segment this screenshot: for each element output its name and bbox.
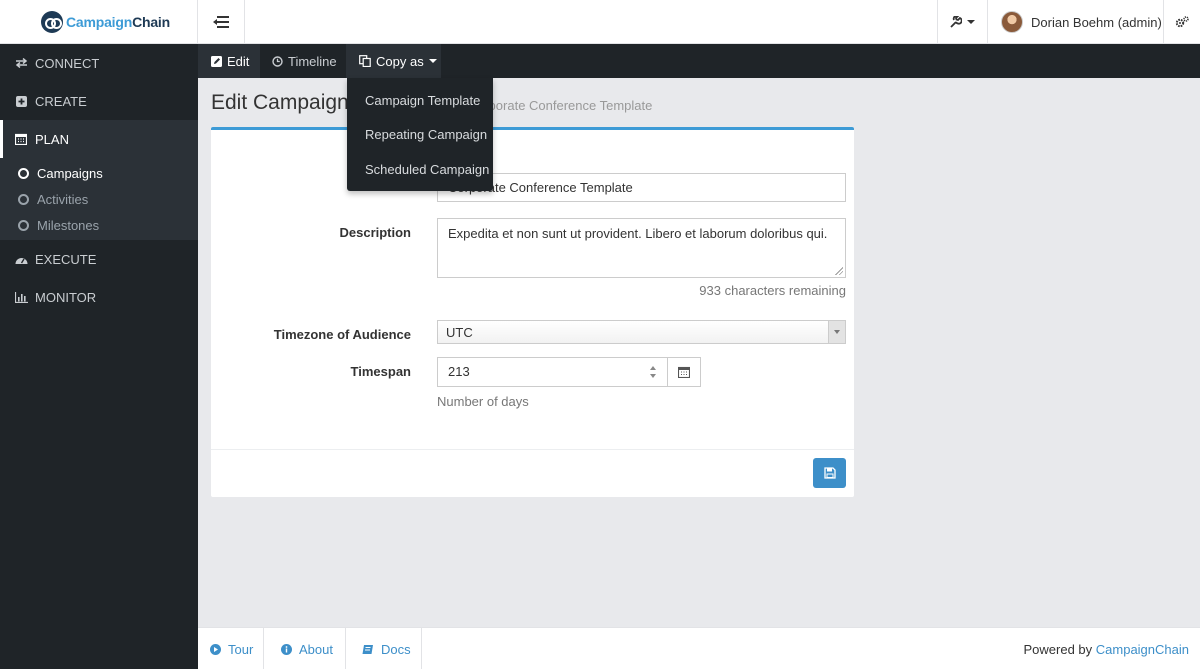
form-footer bbox=[211, 449, 854, 497]
circle-icon bbox=[18, 219, 29, 231]
gears-icon bbox=[1175, 16, 1189, 28]
info-circle-icon bbox=[281, 643, 292, 655]
page-subtitle: orporate Conference Template bbox=[477, 98, 653, 113]
number-spinner-icon[interactable] bbox=[649, 366, 657, 378]
plan-submenu: Campaigns Activities Milestones bbox=[0, 158, 198, 240]
tab-timeline[interactable]: Timeline bbox=[260, 44, 346, 78]
sidebar-item-plan[interactable]: PLAN bbox=[0, 120, 198, 158]
page-title: Edit Campaign T bbox=[211, 91, 368, 114]
campaign-edit-form: Corporate Conference Template Descriptio… bbox=[211, 127, 854, 497]
plus-square-icon bbox=[14, 94, 28, 108]
play-circle-icon bbox=[210, 643, 221, 655]
timespan-label: Timespan bbox=[350, 364, 411, 379]
menu-item-campaign-template[interactable]: Campaign Template bbox=[347, 83, 493, 118]
sidebar-item-label: CREATE bbox=[35, 93, 87, 109]
sidebar-item-execute[interactable]: EXECUTE bbox=[0, 240, 198, 278]
user-menu[interactable]: Dorian Boehm (admin) bbox=[987, 0, 1163, 44]
timezone-select[interactable]: UTC bbox=[437, 320, 846, 344]
chevron-down-icon bbox=[428, 59, 437, 63]
campaign-toolbar: Edit Timeline Copy as bbox=[198, 44, 1200, 78]
save-icon bbox=[823, 467, 836, 479]
clock-icon bbox=[272, 55, 283, 67]
sidebar: CONNECT CREATE PLAN Campaigns Activities… bbox=[0, 44, 198, 669]
subnav-item-activities[interactable]: Activities bbox=[0, 186, 198, 212]
save-button[interactable] bbox=[813, 458, 846, 488]
sidebar-item-connect[interactable]: CONNECT bbox=[0, 44, 198, 82]
campaignchain-logo-icon bbox=[41, 11, 63, 33]
sidebar-item-create[interactable]: CREATE bbox=[0, 82, 198, 120]
chevron-down-icon bbox=[967, 20, 975, 24]
select-arrow-icon bbox=[828, 321, 845, 343]
description-label: Description bbox=[339, 225, 411, 240]
menu-item-scheduled-campaign[interactable]: Scheduled Campaign bbox=[347, 152, 493, 187]
subnav-item-campaigns[interactable]: Campaigns bbox=[0, 160, 198, 186]
copy-icon bbox=[359, 55, 371, 67]
brand-logo-link[interactable]: CampaignChain bbox=[0, 0, 198, 44]
sidebar-item-label: EXECUTE bbox=[35, 251, 97, 267]
sidebar-item-label: CONNECT bbox=[35, 55, 100, 71]
tab-edit[interactable]: Edit bbox=[198, 44, 260, 78]
subnav-item-milestones[interactable]: Milestones bbox=[0, 212, 198, 238]
circle-icon bbox=[18, 193, 29, 205]
settings-button[interactable] bbox=[1163, 0, 1200, 44]
top-header: CampaignChain Dorian Boehm (admin) bbox=[0, 0, 1200, 44]
bar-chart-icon bbox=[14, 290, 28, 304]
page-footer: Tour About Docs Powered by CampaignChain bbox=[198, 627, 1200, 669]
avatar bbox=[1001, 11, 1023, 33]
copy-as-dropdown-button[interactable]: Copy as bbox=[346, 44, 441, 78]
campaignchain-link[interactable]: CampaignChain bbox=[1096, 642, 1189, 657]
timespan-help: Number of days bbox=[437, 394, 529, 409]
powered-by: Powered by CampaignChain bbox=[1023, 642, 1189, 657]
book-icon bbox=[362, 644, 374, 655]
chars-remaining: 933 characters remaining bbox=[699, 283, 846, 298]
calendar-addon-button[interactable] bbox=[667, 357, 701, 387]
dashboard-icon bbox=[14, 252, 28, 266]
sidebar-item-label: MONITOR bbox=[35, 289, 97, 305]
timezone-label: Timezone of Audience bbox=[273, 327, 411, 342]
exchange-icon bbox=[14, 56, 28, 70]
docs-link[interactable]: Docs bbox=[346, 628, 422, 669]
user-name: Dorian Boehm (admin) bbox=[1031, 14, 1162, 30]
timespan-input[interactable]: 213 bbox=[437, 357, 668, 387]
edit-icon bbox=[211, 55, 222, 67]
copy-as-menu: Campaign Template Repeating Campaign Sch… bbox=[347, 78, 493, 191]
tools-dropdown-button[interactable] bbox=[937, 0, 987, 44]
tour-link[interactable]: Tour bbox=[198, 628, 264, 669]
description-field[interactable]: Expedita et non sunt ut provident. Liber… bbox=[437, 218, 846, 278]
campaign-name-field[interactable]: Corporate Conference Template bbox=[437, 173, 846, 202]
sidebar-item-monitor[interactable]: MONITOR bbox=[0, 278, 198, 316]
sidebar-collapse-icon bbox=[213, 16, 229, 28]
sidebar-toggle-button[interactable] bbox=[198, 0, 245, 44]
wrench-icon bbox=[950, 16, 962, 28]
calendar-icon bbox=[678, 366, 690, 378]
about-link[interactable]: About bbox=[264, 628, 346, 669]
calendar-icon bbox=[14, 132, 28, 146]
resize-handle-icon[interactable] bbox=[835, 267, 843, 275]
sidebar-item-label: PLAN bbox=[35, 131, 69, 147]
circle-icon bbox=[18, 167, 29, 179]
brand-name: CampaignChain bbox=[66, 14, 170, 30]
menu-item-repeating-campaign[interactable]: Repeating Campaign bbox=[347, 118, 493, 153]
